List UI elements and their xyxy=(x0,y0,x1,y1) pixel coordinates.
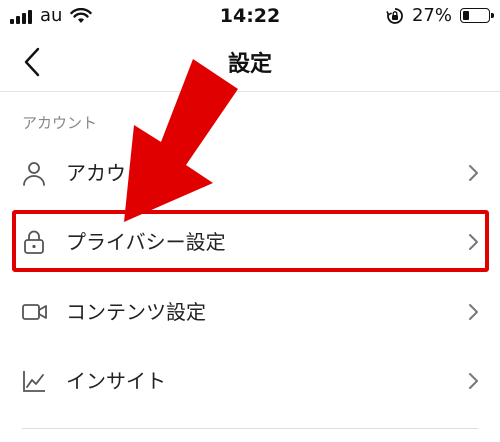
status-bar: au 14:22 27% xyxy=(0,0,500,36)
orientation-lock-icon xyxy=(386,7,403,24)
battery-percent: 27% xyxy=(411,5,452,26)
page-title: 設定 xyxy=(227,52,272,77)
menu-item-content[interactable]: コンテンツ設定 xyxy=(0,282,500,342)
menu-item-content-label: コンテンツ設定 xyxy=(66,300,206,324)
highlight-box xyxy=(12,210,489,272)
menu-item-account-label: アカウント xyxy=(66,161,166,185)
battery-icon xyxy=(460,8,494,23)
menu-item-insights[interactable]: インサイト xyxy=(0,351,500,411)
chart-icon xyxy=(23,371,45,392)
menu-item-insights-label: インサイト xyxy=(66,369,166,393)
nav-bar: 設定 xyxy=(0,36,500,92)
list-divider xyxy=(22,428,478,429)
section-header-account: アカウント xyxy=(22,114,98,132)
chevron-right-icon xyxy=(469,304,478,320)
nav-divider xyxy=(0,91,500,92)
chevron-right-icon xyxy=(469,373,478,389)
chevron-right-icon xyxy=(469,165,478,181)
person-icon xyxy=(23,162,45,186)
status-right: 27% xyxy=(386,5,494,26)
video-camera-icon xyxy=(22,304,47,320)
menu-item-account[interactable]: アカウント xyxy=(0,143,500,203)
battery-fill xyxy=(463,11,469,20)
